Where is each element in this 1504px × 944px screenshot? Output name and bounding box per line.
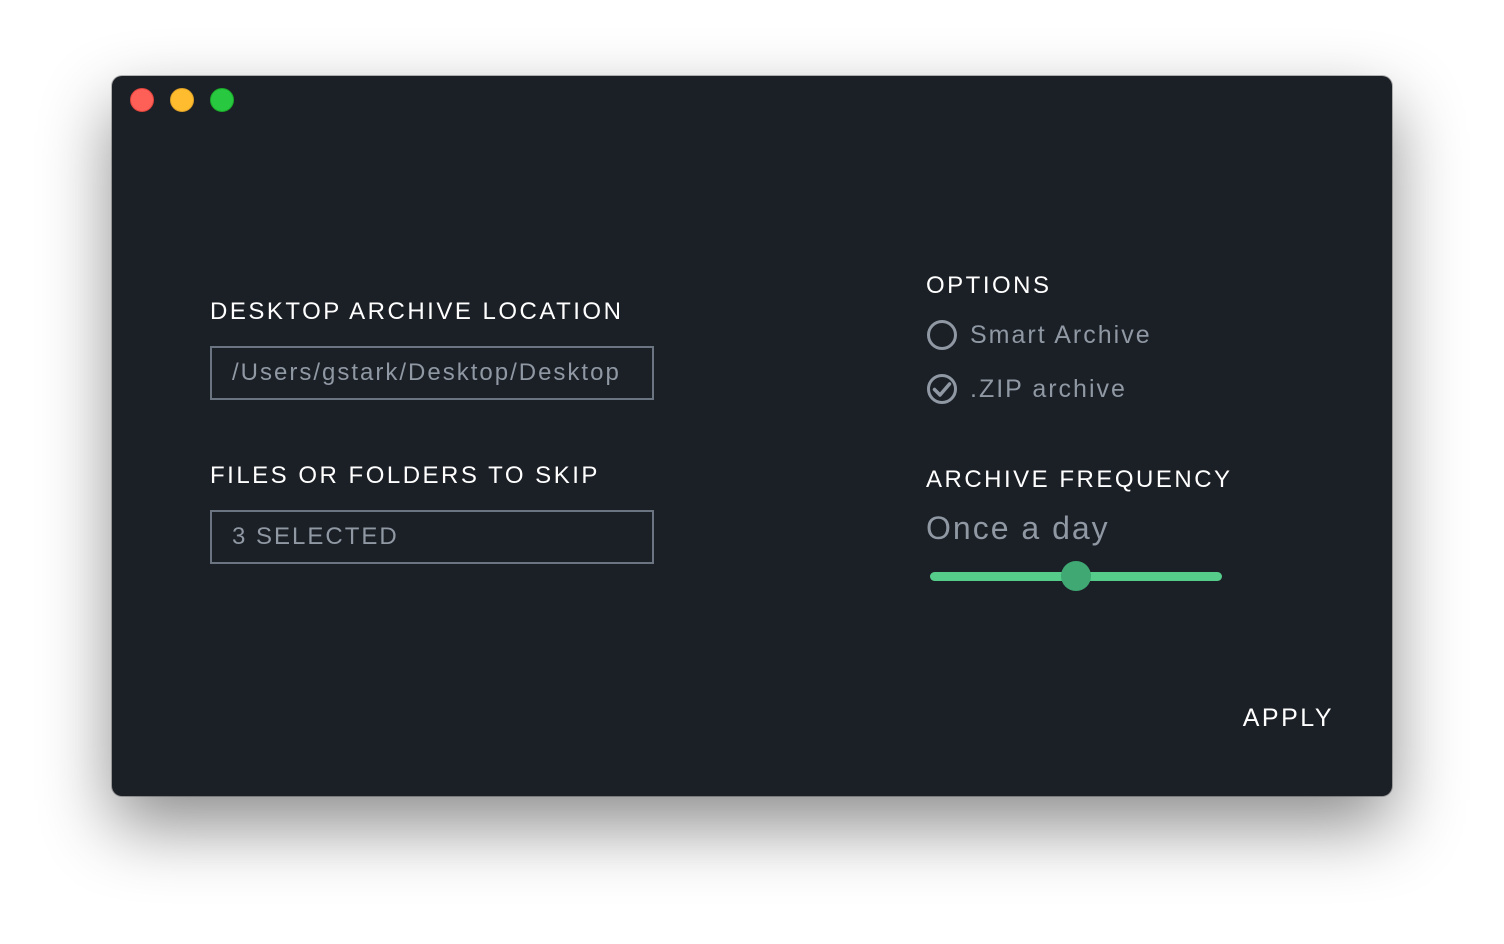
- slider-thumb[interactable]: [1061, 561, 1091, 591]
- option-smart-archive[interactable]: Smart Archive: [926, 318, 1152, 352]
- radio-empty-icon: [927, 320, 957, 350]
- archive-location-input[interactable]: /Users/gstark/Desktop/Desktop: [210, 346, 654, 400]
- options-label: OPTIONS: [926, 272, 1052, 299]
- option-label: .ZIP archive: [970, 374, 1127, 403]
- preferences-window: DESKTOP ARCHIVE LOCATION /Users/gstark/D…: [112, 76, 1392, 796]
- skip-label: FILES OR FOLDERS TO SKIP: [210, 462, 600, 489]
- frequency-slider[interactable]: [930, 561, 1222, 591]
- window-close-button[interactable]: [130, 88, 154, 112]
- skip-selector[interactable]: 3 SELECTED: [210, 510, 654, 564]
- radio-checked-icon: [927, 374, 957, 404]
- frequency-value: Once a day: [926, 510, 1110, 546]
- frequency-label: ARCHIVE FREQUENCY: [926, 466, 1233, 493]
- option-label: Smart Archive: [970, 320, 1152, 349]
- option-zip-archive[interactable]: .ZIP archive: [926, 372, 1127, 406]
- window-zoom-button[interactable]: [210, 88, 234, 112]
- archive-location-label: DESKTOP ARCHIVE LOCATION: [210, 298, 624, 325]
- window-minimize-button[interactable]: [170, 88, 194, 112]
- apply-button[interactable]: APPLY: [1243, 704, 1334, 733]
